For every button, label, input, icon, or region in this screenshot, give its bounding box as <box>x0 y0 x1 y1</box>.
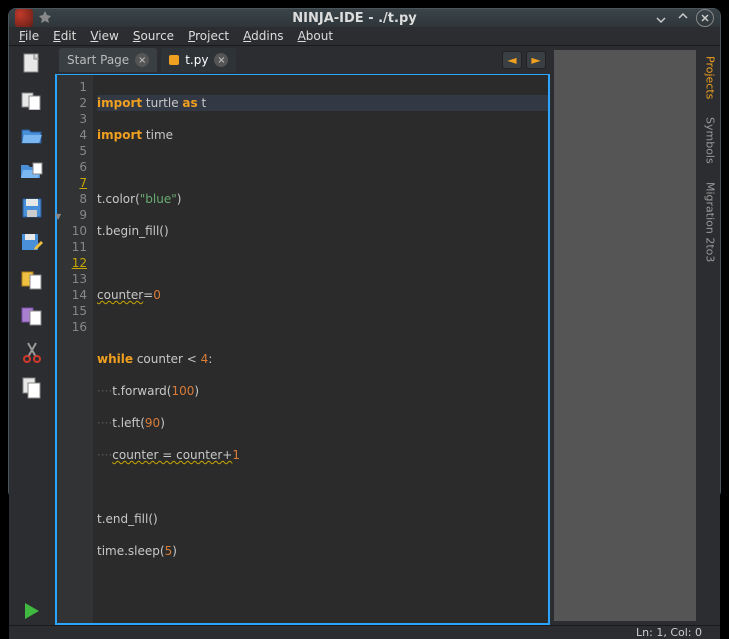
line-number: 15 <box>57 303 87 319</box>
menubar: File Edit View Source Project Addins Abo… <box>9 27 720 45</box>
body: Start Page × t.py × ◄ ► 1 2 3 <box>9 45 720 625</box>
maximize-button[interactable] <box>674 9 692 27</box>
menu-edit[interactable]: Edit <box>47 27 82 45</box>
pin-icon[interactable] <box>39 11 53 25</box>
tab-label: Start Page <box>67 53 129 67</box>
menu-about[interactable]: About <box>292 27 340 45</box>
right-panel <box>550 46 700 625</box>
line-number: 1 <box>57 79 87 95</box>
menu-addins[interactable]: Addins <box>237 27 289 45</box>
close-icon[interactable]: × <box>135 53 149 67</box>
code-area[interactable]: import turtle as t import time t.color("… <box>93 75 548 623</box>
close-icon[interactable]: × <box>214 53 228 67</box>
open-project-icon[interactable] <box>18 158 46 186</box>
titlebar: NINJA-IDE - ./t.py <box>9 9 720 27</box>
line-number: 13 <box>57 271 87 287</box>
line-number: 11 <box>57 239 87 255</box>
nav-arrows: ◄ ► <box>502 51 546 69</box>
editor[interactable]: 1 2 3 4 5 6 7 8 ▼9 10 11 12 13 14 15 16 <box>55 74 550 625</box>
tab-file[interactable]: t.py × <box>161 48 236 72</box>
save-as-icon[interactable] <box>18 230 46 258</box>
nav-back-button[interactable]: ◄ <box>502 51 522 69</box>
menu-view[interactable]: View <box>84 27 124 45</box>
menu-project[interactable]: Project <box>182 27 235 45</box>
window-title: NINJA-IDE - ./t.py <box>61 11 648 26</box>
line-number: 4 <box>57 127 87 143</box>
sidetab-migration[interactable]: Migration 2to3 <box>702 178 719 266</box>
main-window: NINJA-IDE - ./t.py File Edit View Source… <box>8 8 721 499</box>
line-number: 7 <box>57 175 87 191</box>
run-icon[interactable] <box>18 597 46 625</box>
line-number: 14 <box>57 287 87 303</box>
deactivate-profile-icon[interactable] <box>18 302 46 330</box>
cut-icon[interactable] <box>18 338 46 366</box>
tabbar: Start Page × t.py × ◄ ► <box>55 46 550 74</box>
menu-file[interactable]: File <box>13 27 45 45</box>
save-icon[interactable] <box>18 194 46 222</box>
line-number: ▼9 <box>57 207 87 223</box>
nav-forward-button[interactable]: ► <box>526 51 546 69</box>
close-button[interactable] <box>696 9 714 27</box>
line-number: 6 <box>57 159 87 175</box>
vertical-toolbar <box>9 46 55 625</box>
line-number: 2 <box>57 95 87 111</box>
new-project-icon[interactable] <box>18 86 46 114</box>
tab-start-page[interactable]: Start Page × <box>59 48 157 72</box>
sidetab-symbols[interactable]: Symbols <box>702 113 719 168</box>
menu-source[interactable]: Source <box>127 27 180 45</box>
line-number: 10 <box>57 223 87 239</box>
tab-label: t.py <box>185 53 208 67</box>
line-number: 12 <box>57 255 87 271</box>
statusbar: Ln: 1, Col: 0 <box>9 625 720 639</box>
gutter: 1 2 3 4 5 6 7 8 ▼9 10 11 12 13 14 15 16 <box>57 75 93 623</box>
app-icon <box>15 9 33 27</box>
activate-profile-icon[interactable] <box>18 266 46 294</box>
modified-icon <box>169 55 179 65</box>
line-number: 8 <box>57 191 87 207</box>
line-number: 16 <box>57 319 87 335</box>
new-file-icon[interactable] <box>18 50 46 78</box>
line-number: 3 <box>57 111 87 127</box>
copy-icon[interactable] <box>18 374 46 402</box>
line-number: 5 <box>57 143 87 159</box>
central-area: Start Page × t.py × ◄ ► 1 2 3 <box>55 46 550 625</box>
side-tabs: Projects Symbols Migration 2to3 <box>700 46 720 625</box>
sidetab-projects[interactable]: Projects <box>702 52 719 103</box>
minimize-button[interactable] <box>652 9 670 27</box>
cursor-position: Ln: 1, Col: 0 <box>636 626 702 639</box>
open-file-icon[interactable] <box>18 122 46 150</box>
minimap[interactable] <box>554 50 696 621</box>
